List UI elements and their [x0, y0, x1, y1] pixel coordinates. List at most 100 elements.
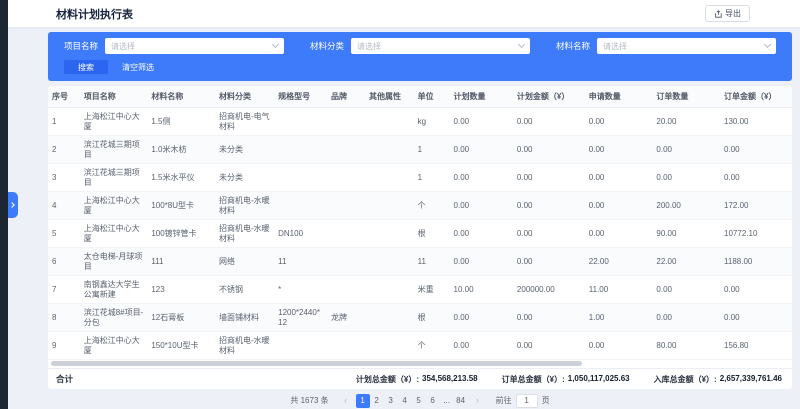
table-cell: 1	[414, 136, 450, 164]
horizontal-scrollbar[interactable]	[48, 360, 792, 368]
page-button[interactable]: 6	[426, 394, 440, 408]
table-cell: 0.00	[513, 304, 585, 332]
table-cell: 0.00	[720, 136, 792, 164]
scrollbar-thumb[interactable]	[51, 361, 582, 366]
table-row[interactable]: 3滨江花城三期项目1.5米水平仪未分类10.000.000.000.000.00	[48, 164, 792, 192]
column-header: 订单金额（¥）	[720, 86, 792, 108]
table-cell	[274, 192, 327, 220]
table-cell: 0.00	[720, 164, 792, 192]
table-cell: 10.00	[450, 276, 513, 304]
filter-panel: 项目名称请选择材料分类请选择材料名称请选择 搜索 清空筛选	[48, 32, 792, 81]
summary-value: 1,050,117,025.63	[568, 374, 630, 385]
column-header: 项目名称	[80, 86, 148, 108]
table-cell: 1	[414, 164, 450, 192]
prev-page-button[interactable]: ‹	[339, 394, 353, 408]
page-button[interactable]: 84	[454, 394, 468, 408]
filter-group: 材料名称请选择	[556, 38, 776, 54]
table-cell: 22.00	[585, 248, 653, 276]
next-page-button[interactable]: ›	[471, 394, 485, 408]
export-button[interactable]: 导出	[705, 5, 750, 22]
table-cell	[327, 164, 365, 192]
table-cell	[274, 136, 327, 164]
table-cell: 1188.00	[720, 248, 792, 276]
table-header-row: 序号项目名称材料名称材料分类规格型号品牌其他属性单位计划数量计划金额（¥）申请数…	[48, 86, 792, 108]
table-cell: 10772.10	[720, 220, 792, 248]
table-cell: 200000.00	[513, 276, 585, 304]
app-window: 材料计划执行表 导出 项目名称请选择材料分类请选择材料名称请选择 搜索 清空筛选	[0, 0, 800, 409]
table-row[interactable]: 8滨江花城8#项目-分包12石膏板墙面铺材料1200*2440*12龙牌根0.0…	[48, 304, 792, 332]
table-row[interactable]: 1上海松江中心大厦1.5侧招商机电-电气材料kg0.000.000.0020.0…	[48, 108, 792, 136]
goto-page-input[interactable]	[516, 394, 538, 408]
table-row[interactable]: 5上海松江中心大厦100镀锌管卡招商机电-水暖材料DN100根0.000.000…	[48, 220, 792, 248]
table-cell: 上海松江中心大厦	[80, 332, 148, 360]
table-cell: 1.5侧	[147, 108, 215, 136]
filter-select[interactable]: 请选择	[351, 38, 530, 54]
pagination-ellipsis[interactable]: ...	[440, 394, 454, 408]
table-row[interactable]: 2滨江花城三期项目1.0米木枋未分类10.000.000.000.000.00	[48, 136, 792, 164]
table-cell	[365, 164, 414, 192]
filter-select[interactable]: 请选择	[105, 38, 284, 54]
table-cell: 22.00	[652, 248, 720, 276]
table-cell: 0.00	[652, 276, 720, 304]
table-cell: 3	[48, 164, 80, 192]
table-cell: 0.00	[720, 304, 792, 332]
goto-suffix-label: 页	[542, 395, 550, 406]
page-button[interactable]: 3	[384, 394, 398, 408]
export-button-label: 导出	[725, 8, 741, 19]
table-cell: 0.00	[513, 220, 585, 248]
page-button[interactable]: 1	[356, 394, 370, 408]
table-cell: 90.00	[652, 220, 720, 248]
table-cell	[365, 276, 414, 304]
clear-filters-button[interactable]: 清空筛选	[122, 62, 154, 73]
table-cell: 200.00	[652, 192, 720, 220]
column-header: 计划数量	[450, 86, 513, 108]
table-cell: 150*10U型卡	[147, 332, 215, 360]
page-button[interactable]: 2	[370, 394, 384, 408]
page-buttons: 123456...84	[356, 394, 468, 408]
table-cell: 0.00	[450, 192, 513, 220]
search-button[interactable]: 搜索	[64, 60, 108, 74]
table-cell: 20.00	[652, 108, 720, 136]
goto-page: 前往 页	[496, 394, 550, 408]
table-row[interactable]: 4上海松江中心大厦100*8U型卡招商机电-水暖材料个0.000.000.002…	[48, 192, 792, 220]
table-cell	[365, 304, 414, 332]
table-cell: 1.5米水平仪	[147, 164, 215, 192]
table-cell: 0.00	[652, 304, 720, 332]
table-cell: 2	[48, 136, 80, 164]
column-header: 订单数量	[652, 86, 720, 108]
table-cell: 墙面铺材料	[215, 304, 274, 332]
chevron-down-icon	[518, 41, 525, 48]
table-cell: 0.00	[450, 248, 513, 276]
table-row[interactable]: 7南钢鑫达大学生公寓新建123不锈钢*米重10.00200000.0011.00…	[48, 276, 792, 304]
table-cell: 0.00	[513, 192, 585, 220]
table-cell: 9	[48, 332, 80, 360]
pagination-total-count: 共 1673 条	[290, 395, 328, 406]
table-cell: 未分类	[215, 136, 274, 164]
export-icon	[714, 10, 722, 18]
table-cell: 6	[48, 248, 80, 276]
table-row[interactable]: 6太仓电梯-月球项目111网络11110.000.0022.0022.00118…	[48, 248, 792, 276]
page-button[interactable]: 4	[398, 394, 412, 408]
table-row[interactable]: 9上海松江中心大厦150*10U型卡招商机电-水暖材料个0.000.000.00…	[48, 332, 792, 360]
table-cell: 根	[414, 304, 450, 332]
table-cell: 1	[48, 108, 80, 136]
table-cell: kg	[414, 108, 450, 136]
summary-items: 计划总金额（¥）:354,568,213.58订单总金额（¥）:1,050,11…	[356, 374, 782, 385]
table-cell: 0.00	[513, 108, 585, 136]
sidebar-expand-handle[interactable]	[8, 192, 18, 218]
table-cell: 不锈钢	[215, 276, 274, 304]
page-button[interactable]: 5	[412, 394, 426, 408]
table-cell: 80.00	[652, 332, 720, 360]
summary-total-label: 合计	[56, 373, 73, 385]
table-cell: 0.00	[652, 136, 720, 164]
column-header: 计划金额（¥）	[513, 86, 585, 108]
collapsed-sidebar	[0, 0, 8, 409]
summary-row: 合计 计划总金额（¥）:354,568,213.58订单总金额（¥）:1,050…	[48, 368, 792, 389]
table-cell	[365, 332, 414, 360]
data-table-card: 序号项目名称材料名称材料分类规格型号品牌其他属性单位计划数量计划金额（¥）申请数…	[48, 86, 792, 389]
table-cell: 0.00	[585, 108, 653, 136]
filter-select[interactable]: 请选择	[597, 38, 776, 54]
chevron-right-icon	[9, 202, 15, 208]
table-cell	[327, 220, 365, 248]
summary-label: 订单总金额（¥）:	[502, 374, 565, 385]
